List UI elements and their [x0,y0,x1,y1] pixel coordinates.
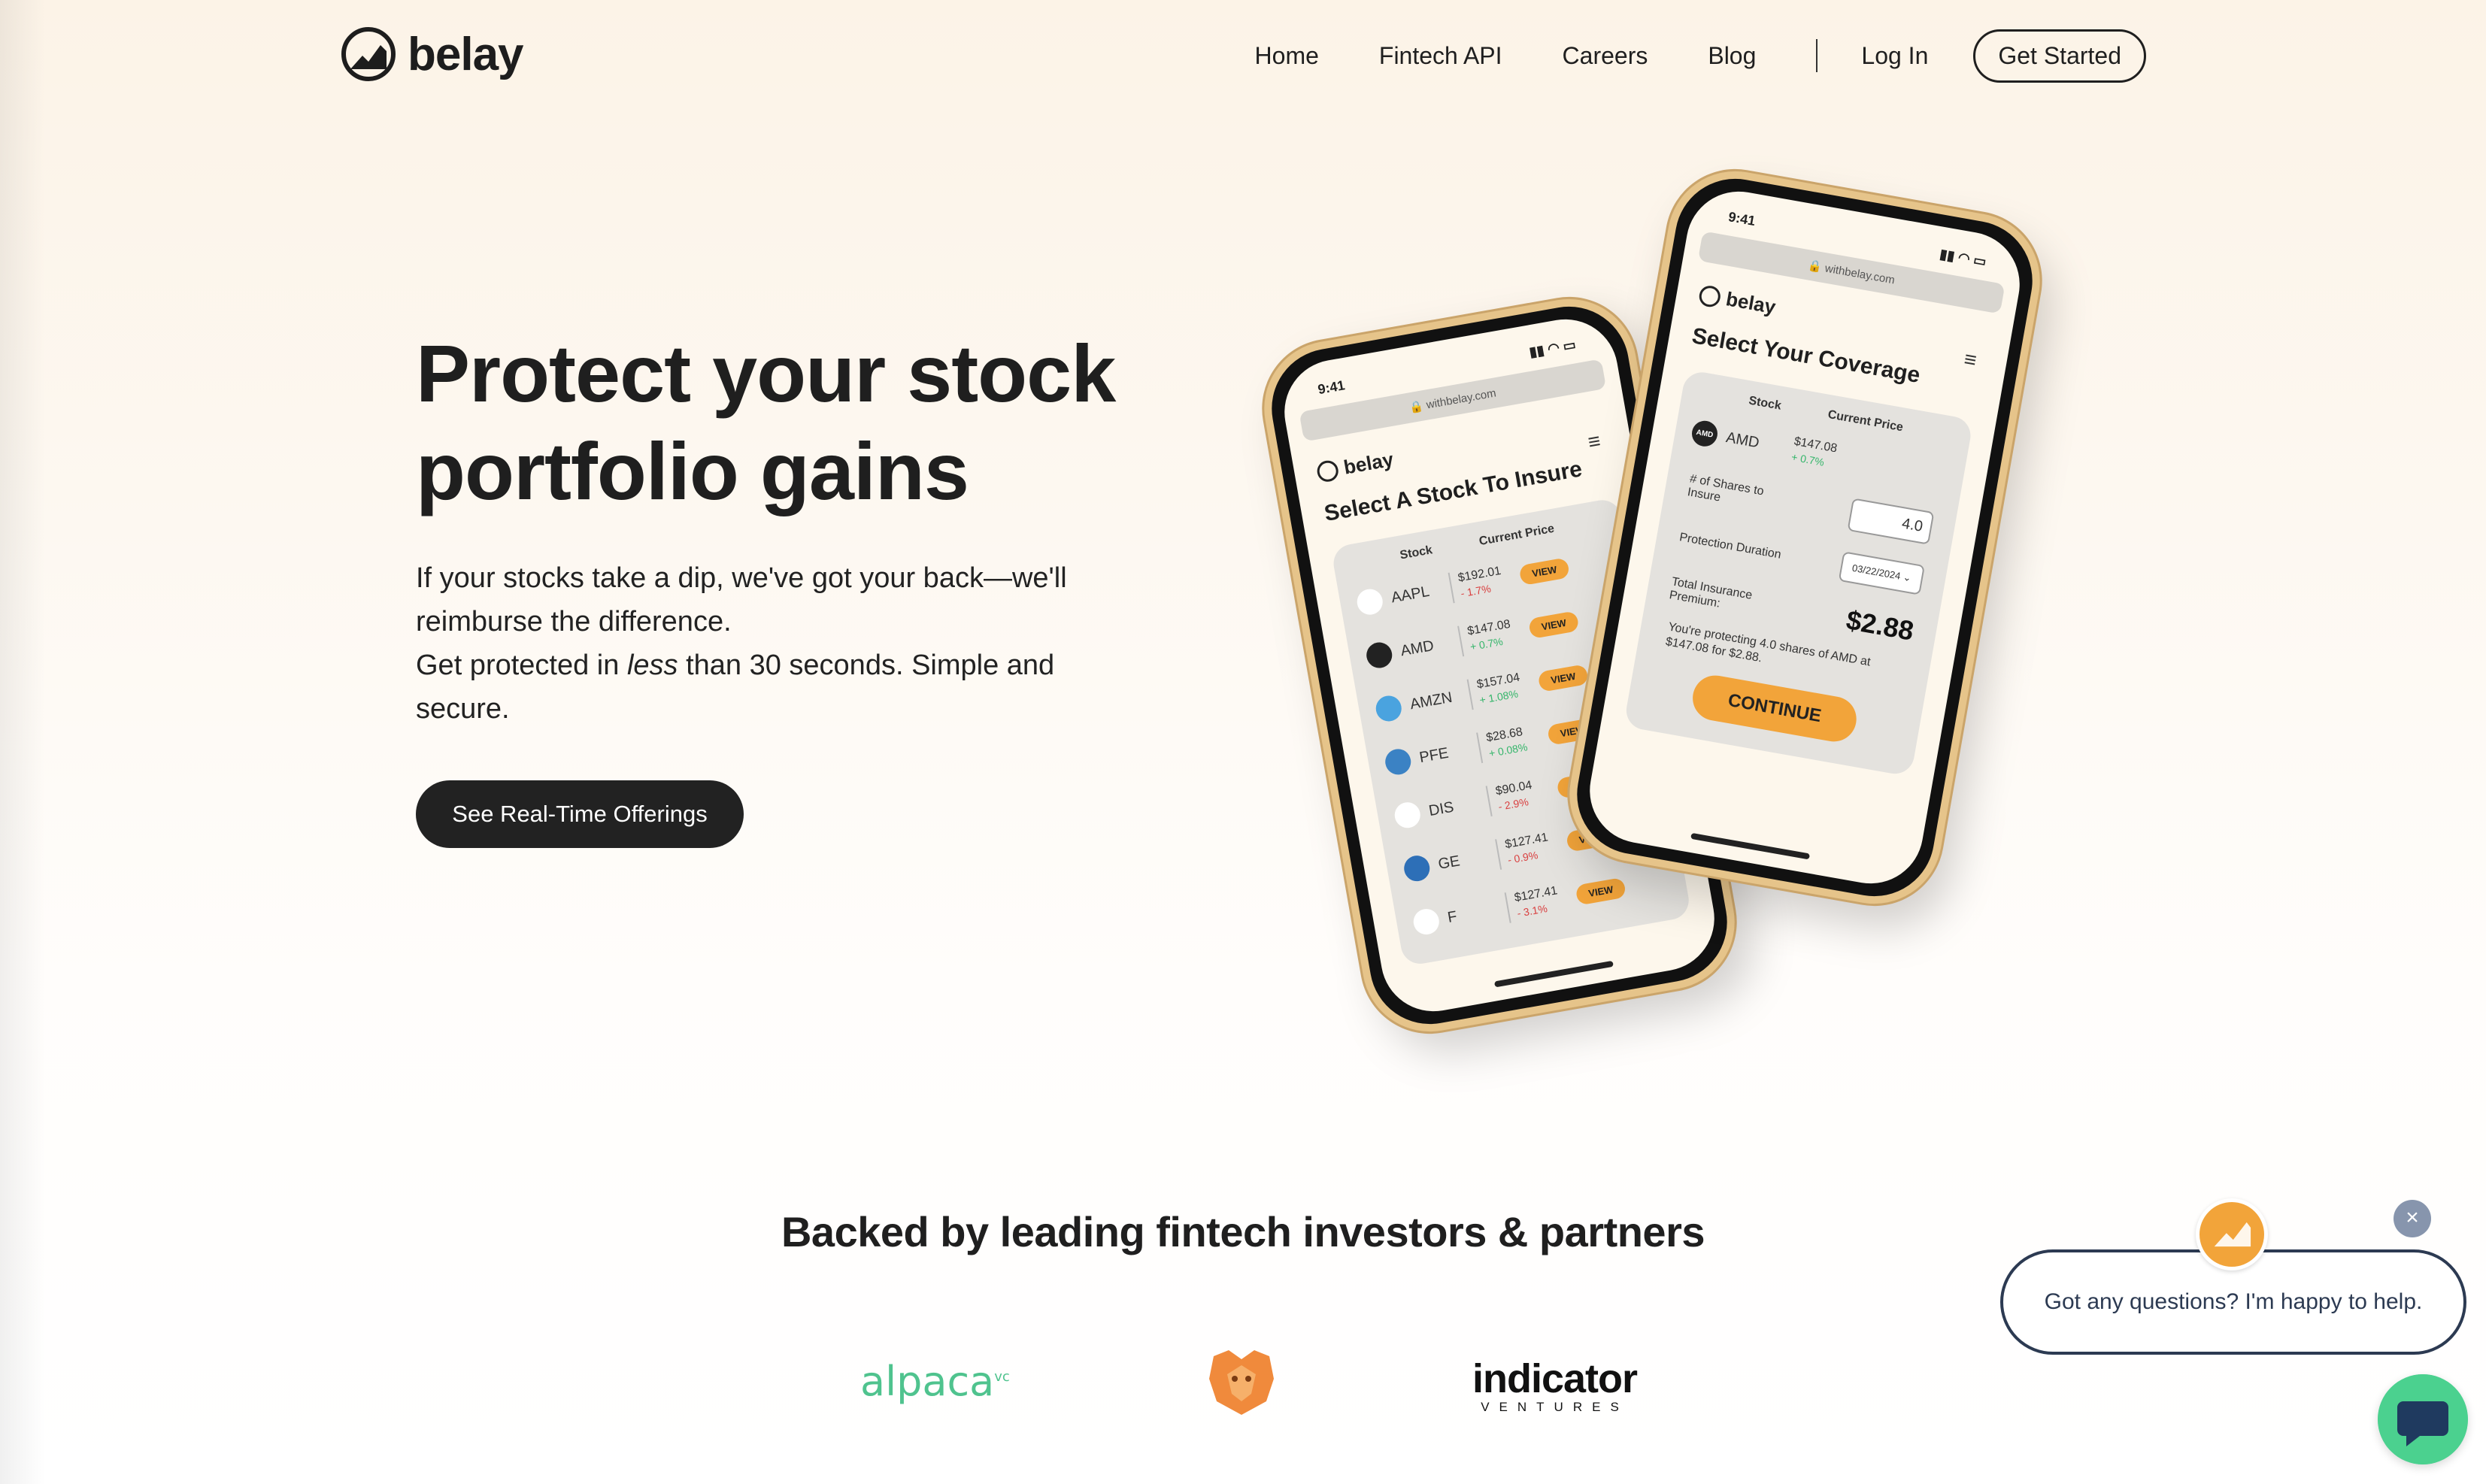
alpaca-vc-logo: alpacavc [860,1358,1010,1405]
amd-logo-icon [1364,640,1394,671]
nav-careers[interactable]: Careers [1563,42,1648,70]
duration-value: 03/22/2024 [1851,562,1902,582]
phone-mockup-coverage: 9:41 ▮▮ ◠ ▭ 🔒 withbelay.com belay ≡ Sele… [1559,160,2051,915]
pfe-logo-icon [1383,747,1413,777]
stock-symbol: AMD [1724,429,1761,451]
view-button[interactable]: VIEW [1575,877,1627,906]
premium-label: Total Insurance Premium: [1668,575,1754,610]
hero-sub-emphasis: less [626,650,678,681]
stock-change: - 3.1% [1516,901,1548,919]
duration-label: Protection Duration [1678,531,1782,562]
stock-change: - 0.9% [1506,848,1539,866]
brand-logo[interactable]: belay [340,26,524,83]
stock-symbol: F [1446,907,1459,926]
ge-logo-icon [1402,853,1432,883]
status-time: 9:41 [1727,209,1757,229]
stock-symbol: AAPL [1390,583,1431,606]
coverage-card: Stock Current Price AMD AMD $147.08 + 0.… [1623,369,1974,777]
stock-price: $147.08 [1466,617,1511,638]
view-button[interactable]: VIEW [1527,610,1580,639]
stock-price-block: $127.41- 0.9% [1495,828,1560,870]
belay-logo-icon [1315,459,1340,483]
url-text: withbelay.com [1824,261,1896,286]
main-nav: Home Fintech API Careers Blog Log In Get… [1255,29,2146,83]
stock-price: $127.41 [1513,883,1559,904]
page-edge-shadow [0,0,45,1484]
stock-price-block: $147.08 + 0.7% [1783,433,1848,474]
see-offerings-button[interactable]: See Real-Time Offerings [416,780,744,848]
aapl-logo-icon [1355,586,1385,617]
stock-price-block: $90.04- 2.9% [1485,775,1551,816]
stock-price-block: $147.08 + 0.7% [1457,615,1522,656]
status-time: 9:41 [1316,377,1346,398]
stock-symbol: AMZN [1408,689,1454,713]
nav-divider [1816,39,1818,72]
stock-price-block: $157.04 + 1.08% [1466,668,1532,710]
view-button[interactable]: VIEW [1518,556,1571,586]
chat-avatar-icon [2196,1198,2268,1270]
amzn-logo-icon [1374,693,1404,724]
stock-symbol: AMD [1399,637,1436,659]
stock-change: - 2.9% [1497,795,1529,813]
nav-fintech-api[interactable]: Fintech API [1379,42,1502,70]
signal-icon: ▮▮ ◠ ▭ [1939,246,1988,270]
stock-price: $127.41 [1504,830,1549,851]
mini-brand: belay [1342,447,1396,479]
chat-launcher-icon[interactable] [2378,1374,2468,1464]
home-indicator [1493,960,1614,988]
stock-price: $192.01 [1457,564,1502,585]
duration-select[interactable]: 03/22/2024 ⌄ [1838,551,1925,595]
hero-subtitle: If your stocks take a dip, we've got you… [416,556,1093,731]
nav-login[interactable]: Log In [1861,42,1928,70]
f-logo-icon [1411,907,1442,937]
signal-icon: ▮▮ ◠ ▭ [1528,337,1578,360]
lion-partner-logo-icon [1209,1350,1274,1415]
phone-screen-right: 9:41 ▮▮ ◠ ▭ 🔒 withbelay.com belay ≡ Sele… [1581,183,2028,892]
amd-icon: AMD [1690,419,1720,449]
shares-label: # of Shares to Insure [1686,472,1765,504]
home-indicator [1690,832,1811,860]
belay-logo-icon [1697,283,1723,308]
ventures-text: VENTURES [1481,1400,1629,1414]
stock-price-block: $28.68 + 0.08% [1476,722,1541,763]
stock-symbol: DIS [1427,798,1455,819]
hero-title: Protect your stock portfolio gains [416,328,1116,516]
stock-symbol: GE [1436,852,1462,873]
indicator-text: indicator [1472,1356,1638,1401]
alpaca-sup: vc [994,1369,1010,1385]
brand-name: belay [408,28,524,80]
indicator-ventures-logo: indicator VENTURES [1472,1356,1638,1415]
chevron-down-icon: ⌄ [1902,571,1912,584]
alpaca-text: alpaca [860,1358,995,1405]
hero-subtitle-line1: If your stocks take a dip, we've got you… [416,562,1067,638]
view-button[interactable]: VIEW [1537,663,1590,692]
chat-close-button[interactable]: × [2394,1200,2431,1237]
shares-input[interactable]: 4.0 [1847,498,1935,545]
stock-price-block: $192.01- 1.7% [1448,562,1513,603]
premium-value: $2.88 [1844,604,1917,647]
hero-sub-text-a: Get protected in [416,650,627,681]
nav-blog[interactable]: Blog [1708,42,1756,70]
stock-symbol: PFE [1417,744,1450,766]
get-started-button[interactable]: Get Started [1973,29,2146,83]
belay-logo-icon [341,27,396,81]
stock-change: + 0.7% [1469,634,1504,653]
mini-brand: belay [1724,287,1778,319]
stock-change: + 0.7% [1790,450,1826,468]
dis-logo-icon [1393,800,1423,830]
stock-change: - 1.7% [1460,582,1492,599]
nav-home[interactable]: Home [1255,42,1319,70]
hero-subtitle-line2: Get protected in less than 30 seconds. S… [416,644,1093,731]
stock-price-block: $127.41- 3.1% [1504,882,1569,923]
url-text: withbelay.com [1425,386,1497,411]
chat-message: Got any questions? I'm happy to help. [2044,1289,2423,1314]
